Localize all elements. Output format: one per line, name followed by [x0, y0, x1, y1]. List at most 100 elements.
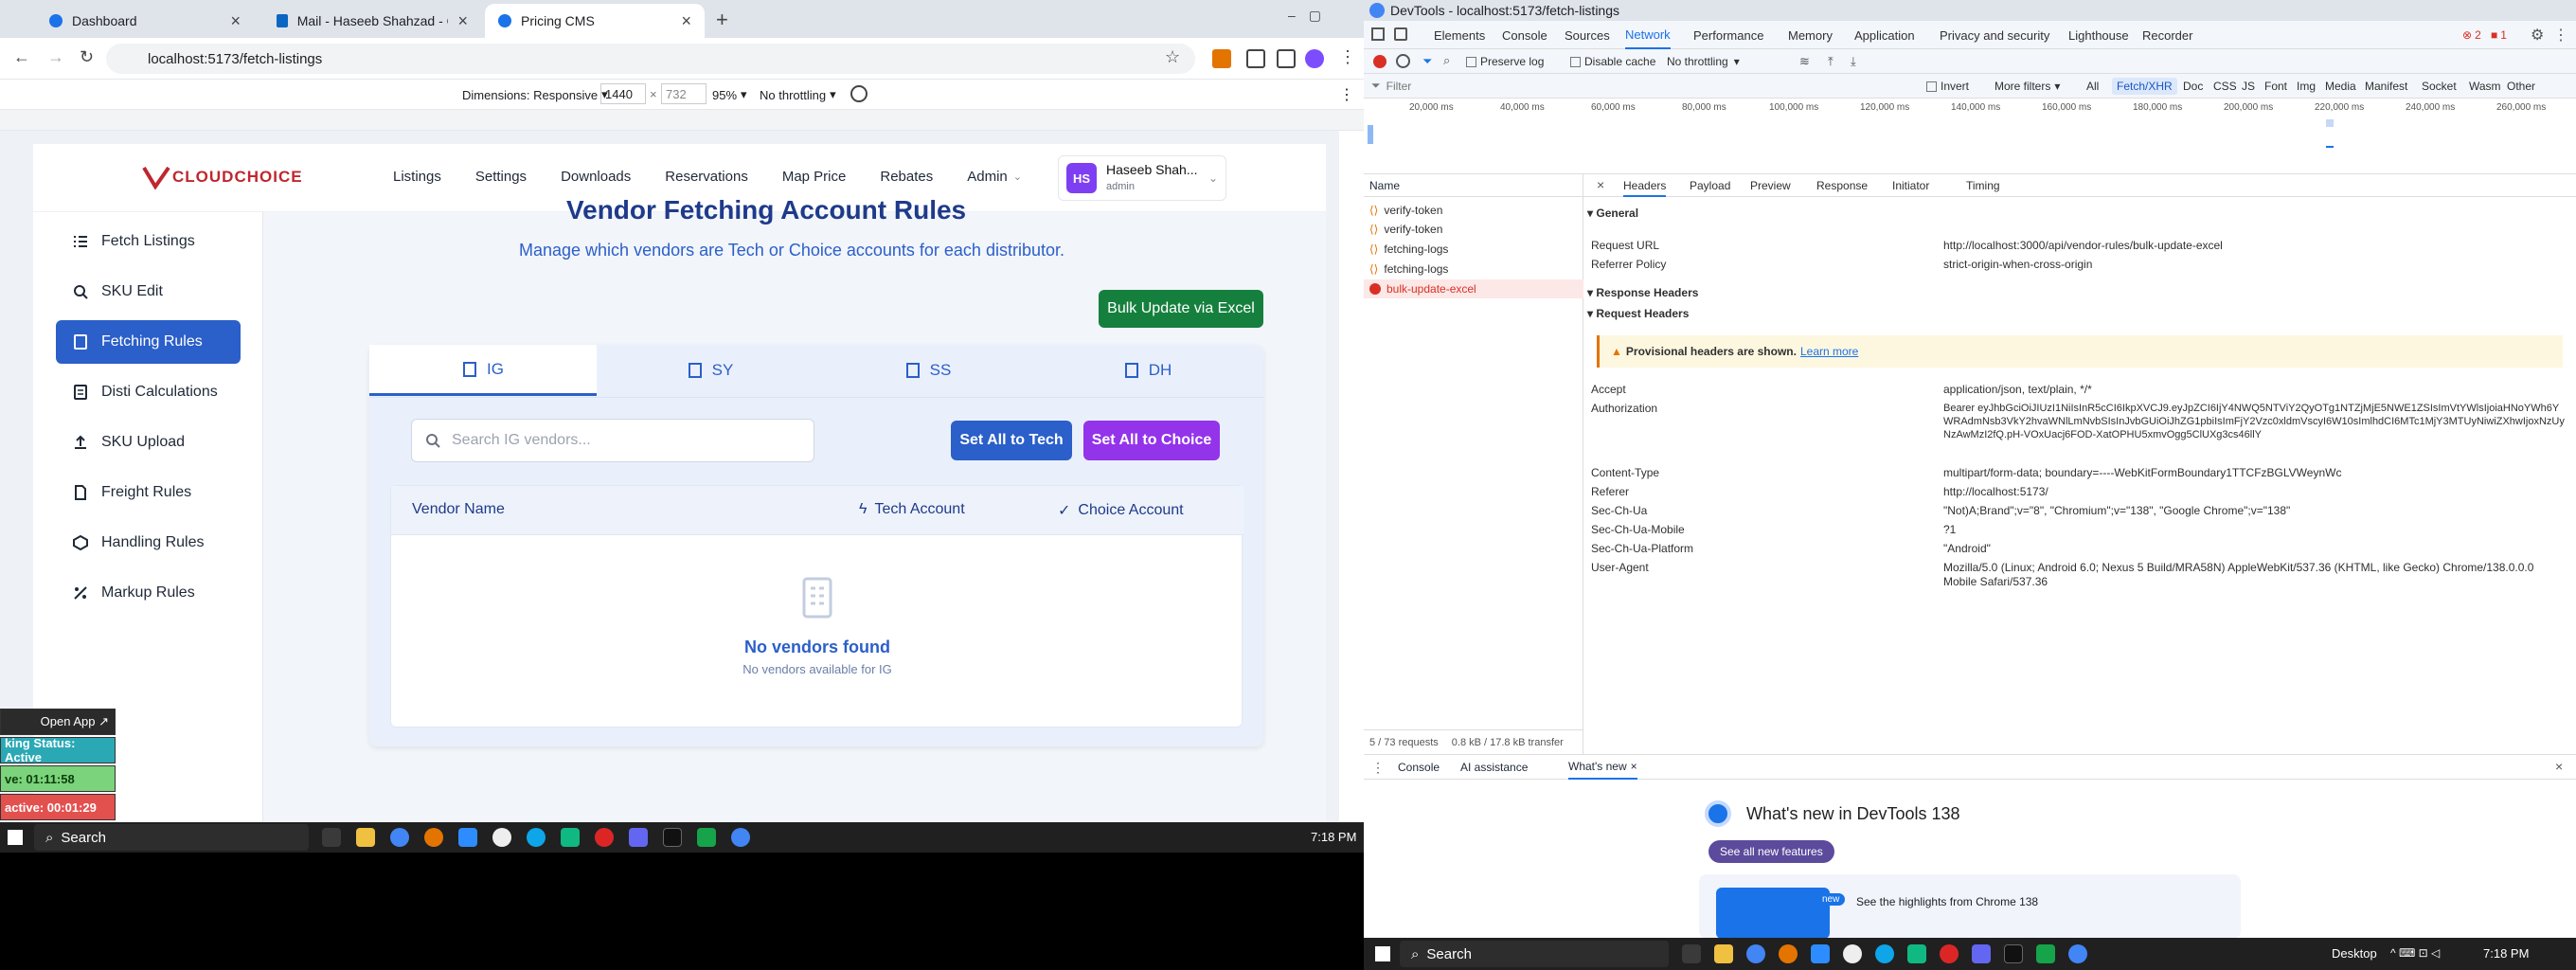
see-all-button[interactable]: See all new features: [1708, 840, 1834, 863]
drawer-menu-icon[interactable]: ⋮: [1371, 760, 1385, 776]
request-headers-toggle[interactable]: ▾ Request Headers: [1587, 307, 1689, 320]
disable-cache-checkbox[interactable]: Disable cache: [1570, 55, 1655, 68]
search-icon[interactable]: ⌕: [1443, 53, 1450, 68]
bookmark-star-icon[interactable]: ☆: [1165, 47, 1180, 67]
panel-console[interactable]: Console: [1502, 21, 1547, 49]
device-menu-icon[interactable]: ⋮: [1339, 85, 1354, 104]
viewport-resize-gutter[interactable]: [1339, 131, 1364, 822]
app-icon[interactable]: [1779, 944, 1798, 963]
chrome-icon[interactable]: [390, 828, 409, 847]
panel-privacy[interactable]: Privacy and security: [1940, 21, 2049, 49]
windows-start-icon[interactable]: [1375, 946, 1390, 961]
tab-payload[interactable]: Payload: [1690, 179, 1730, 192]
tab-sy[interactable]: SY: [597, 345, 824, 396]
tray-icons[interactable]: ^ ⌨ ⊡ ◁: [2390, 946, 2440, 960]
network-overview[interactable]: 20,000 ms 40,000 ms 60,000 ms 80,000 ms …: [1364, 99, 2576, 174]
filter-font[interactable]: Font: [2260, 78, 2292, 95]
app-icon[interactable]: [629, 828, 648, 847]
drawer-tab-ai[interactable]: AI assistance: [1460, 761, 1528, 774]
filter-other[interactable]: Other: [2502, 78, 2540, 95]
sidebar-item-fetching-rules[interactable]: Fetching Rules: [56, 320, 241, 364]
filter-js[interactable]: JS: [2237, 78, 2260, 95]
tab-initiator[interactable]: Initiator: [1892, 179, 1929, 192]
name-column-header[interactable]: Name: [1364, 174, 1583, 197]
zoom-select[interactable]: 95% ▾: [712, 87, 747, 102]
app-icon[interactable]: [1972, 944, 1991, 963]
sidebar-item-sku-edit[interactable]: SKU Edit: [56, 270, 241, 314]
filter-media[interactable]: Media: [2320, 78, 2361, 95]
search-input[interactable]: Search IG vendors...: [411, 419, 814, 462]
sidebar-item-handling-rules[interactable]: Handling Rules: [56, 521, 241, 565]
extension-icon[interactable]: [1212, 49, 1231, 68]
devtools-menu-icon[interactable]: ⋮: [2553, 26, 2568, 45]
invert-checkbox[interactable]: Invert: [1926, 80, 1969, 93]
tab-dashboard[interactable]: Dashboard ×: [36, 4, 254, 38]
nav-map-price[interactable]: Map Price: [782, 169, 847, 185]
request-row[interactable]: ⟨⟩ fetching-logs: [1369, 240, 1448, 259]
filter-input[interactable]: ⏷ Filter: [1371, 79, 1411, 93]
tab-ss[interactable]: SS: [824, 345, 1032, 396]
settings-gear-icon[interactable]: ⚙: [2531, 26, 2544, 45]
app-icon[interactable]: [527, 828, 546, 847]
logo[interactable]: CLOUDCHOICE: [142, 165, 303, 189]
request-row[interactable]: ⟨⟩ verify-token: [1369, 201, 1442, 220]
app-icon[interactable]: [561, 828, 580, 847]
zoom-icon[interactable]: [1811, 944, 1830, 963]
nav-listings[interactable]: Listings: [393, 169, 441, 185]
sidebar-item-fetch-listings[interactable]: Fetch Listings: [56, 220, 241, 263]
bulk-update-button[interactable]: Bulk Update via Excel: [1099, 290, 1263, 328]
drawer-tab-whats-new[interactable]: What's new ×: [1568, 755, 1637, 780]
filter-doc[interactable]: Doc: [2178, 78, 2208, 95]
set-all-tech-button[interactable]: Set All to Tech: [951, 421, 1072, 460]
excel-icon[interactable]: [2036, 944, 2055, 963]
back-icon[interactable]: ←: [13, 47, 30, 67]
general-section-toggle[interactable]: ▾ General: [1587, 207, 1638, 220]
inspect-icon[interactable]: [1371, 27, 1385, 41]
set-all-choice-button[interactable]: Set All to Choice: [1083, 421, 1220, 460]
panel-application[interactable]: Application: [1854, 21, 1915, 49]
dimensions-select[interactable]: Dimensions: Responsive ▾: [462, 87, 608, 102]
chrome-icon[interactable]: [2068, 944, 2087, 963]
tab-preview[interactable]: Preview: [1750, 179, 1791, 192]
terminal-icon[interactable]: [663, 828, 682, 847]
desktop-label[interactable]: Desktop: [2332, 946, 2377, 961]
filter-wasm[interactable]: Wasm: [2464, 78, 2506, 95]
height-input[interactable]: 732: [661, 83, 707, 104]
close-icon[interactable]: ×: [230, 11, 241, 31]
tab-ig[interactable]: IG: [369, 345, 597, 396]
filter-fetch-xhr[interactable]: Fetch/XHR: [2112, 78, 2177, 95]
export-icon[interactable]: ⤓: [1851, 54, 1856, 69]
url-field[interactable]: localhost:5173/fetch-listings: [106, 44, 1195, 74]
network-throttle-select[interactable]: No throttling ▾: [1667, 55, 1740, 68]
excel-icon[interactable]: [697, 828, 716, 847]
panel-sources[interactable]: Sources: [1565, 21, 1610, 49]
close-icon[interactable]: ×: [1631, 760, 1637, 773]
windows-start-icon[interactable]: [8, 830, 23, 845]
panel-memory[interactable]: Memory: [1788, 21, 1833, 49]
menu-kebab-icon[interactable]: ⋮: [1339, 47, 1356, 67]
sidepanel-icon[interactable]: [1277, 49, 1296, 68]
explorer-icon[interactable]: [356, 828, 375, 847]
request-row-selected[interactable]: bulk-update-excel: [1364, 279, 1583, 298]
app-icon[interactable]: [595, 828, 614, 847]
task-view-icon[interactable]: [322, 828, 341, 847]
learn-more-link[interactable]: Learn more: [1800, 345, 1858, 358]
preserve-log-checkbox[interactable]: Preserve log: [1466, 55, 1544, 68]
nav-rebates[interactable]: Rebates: [880, 169, 933, 185]
tab-mail[interactable]: Mail - Haseeb Shahzad - Outlo ×: [263, 4, 481, 38]
close-drawer-icon[interactable]: ×: [2555, 759, 2563, 774]
nav-reservations[interactable]: Reservations: [665, 169, 748, 185]
record-icon[interactable]: [1373, 55, 1386, 68]
nav-settings[interactable]: Settings: [475, 169, 527, 185]
panel-performance[interactable]: Performance: [1693, 21, 1763, 49]
sidebar-item-freight-rules[interactable]: Freight Rules: [56, 471, 241, 514]
device-toggle-icon[interactable]: [1394, 27, 1407, 41]
request-row[interactable]: ⟨⟩ fetching-logs: [1369, 260, 1448, 278]
tab-timing[interactable]: Timing: [1966, 179, 2000, 192]
taskbar-search[interactable]: ⌕ Search: [34, 824, 309, 851]
app-icon[interactable]: [1875, 944, 1894, 963]
tab-dh[interactable]: DH: [1032, 345, 1263, 396]
highlight-card[interactable]: new See the highlights from Chrome 138: [1699, 874, 2241, 939]
open-app-button[interactable]: Open App ↗: [0, 709, 116, 735]
clear-icon[interactable]: [1396, 54, 1410, 68]
